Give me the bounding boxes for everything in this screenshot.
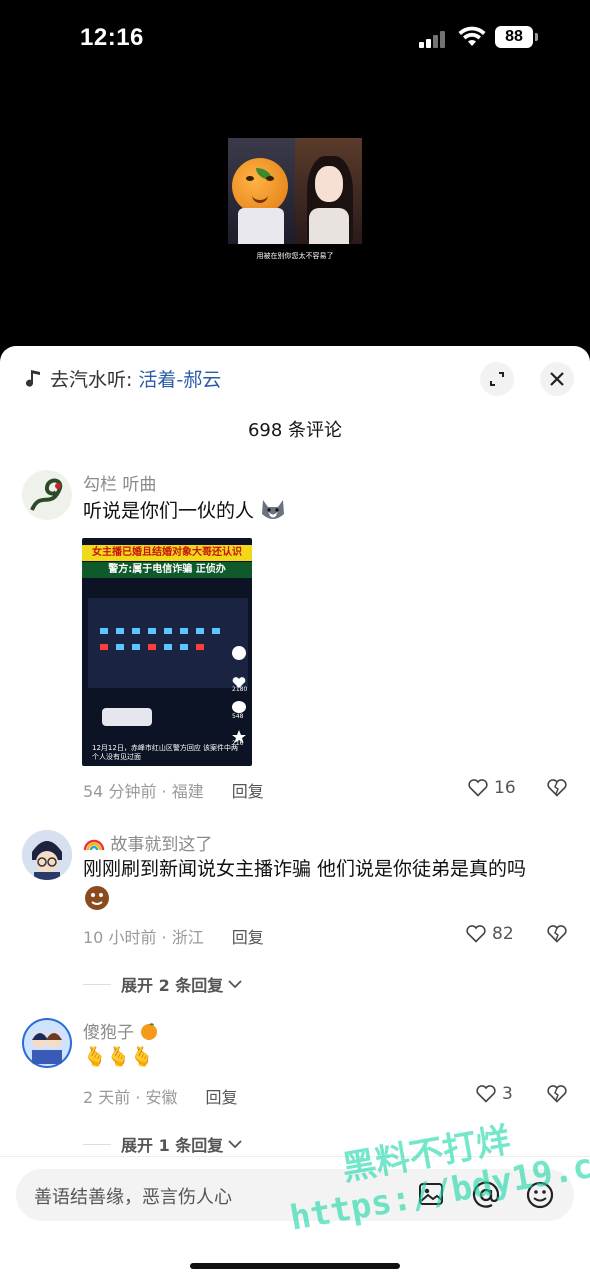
close-icon	[550, 372, 564, 386]
orange-emoji-icon	[139, 1021, 159, 1041]
music-prefix: 去汽水听:	[50, 368, 133, 391]
dislike-icon[interactable]	[546, 925, 568, 943]
dislike-icon[interactable]	[546, 779, 568, 797]
expand-button[interactable]	[480, 362, 514, 396]
conan-avatar-icon	[22, 830, 72, 880]
streamer-face	[315, 166, 343, 202]
comment-count: 698 条评论	[247, 420, 343, 441]
avatar[interactable]	[22, 470, 72, 520]
heart-icon	[476, 1085, 496, 1103]
heart-icon	[466, 925, 486, 943]
cookie-emoji-icon	[83, 884, 111, 912]
battery-indicator: 88	[495, 26, 533, 48]
heart-icon	[468, 779, 488, 797]
signal-icon	[419, 30, 449, 48]
comment-icon	[232, 701, 246, 713]
heart-icon	[232, 674, 246, 688]
video-caption: 用被在别你您太不容易了	[256, 252, 334, 260]
avatar[interactable]	[22, 830, 72, 880]
battery-tip	[535, 33, 538, 41]
status-bar: 12:16 88	[0, 0, 590, 80]
comment-author[interactable]: 傻狍子	[83, 1018, 159, 1043]
dragon-avatar-icon	[30, 478, 63, 511]
reply-button[interactable]: 回复	[206, 1084, 238, 1108]
rainbow-icon	[83, 836, 105, 851]
close-button[interactable]	[540, 362, 574, 396]
orange-character	[232, 158, 288, 214]
chevron-down-icon	[228, 980, 242, 989]
reply-button[interactable]: 回复	[232, 778, 264, 802]
comment-author[interactable]: 故事就到这了	[83, 830, 212, 855]
expand-icon	[490, 372, 504, 386]
like-button[interactable]: 3	[476, 1084, 513, 1104]
music-link-row[interactable]: 去汽水听: 活着-郝云	[24, 365, 221, 392]
comment-text: 🫰🫰🫰	[83, 1046, 154, 1068]
comment-meta: 54 分钟前 · 福建 回复	[83, 778, 264, 802]
music-note-icon	[26, 370, 40, 387]
chevron-down-icon	[228, 1140, 242, 1149]
comment-image[interactable]: 女主播已婚且结婚对象大哥还认识 警方:属于电信诈骗 正侦办 2180 548 2…	[82, 538, 252, 766]
couple-avatar-icon	[24, 1020, 70, 1066]
status-time: 12:16	[80, 24, 144, 51]
dislike-icon[interactable]	[546, 1085, 568, 1103]
like-button[interactable]: 82	[466, 924, 514, 944]
video-player[interactable]	[228, 138, 362, 244]
reply-button[interactable]: 回复	[232, 924, 264, 948]
expand-replies-button[interactable]: 展开 2 条回复	[83, 972, 243, 996]
home-indicator	[190, 1263, 400, 1269]
comment-meta: 10 小时前 · 浙江 回复	[83, 924, 264, 948]
comment-input-placeholder: 善语结善缘，恶言伤人心	[34, 1187, 232, 1208]
husky-emoji-icon	[260, 498, 286, 522]
like-button[interactable]: 16	[468, 778, 516, 798]
comment-author[interactable]: 勾栏 听曲	[83, 470, 156, 495]
police-car	[102, 708, 152, 726]
comment-meta: 2 天前 · 安徽 回复	[83, 1084, 238, 1108]
wifi-icon	[458, 26, 486, 46]
expand-replies-button[interactable]: 展开 1 条回复	[83, 1132, 243, 1156]
star-icon	[232, 728, 246, 743]
music-song-link[interactable]: 活着-郝云	[138, 365, 221, 392]
comment-text: 听说是你们一伙的人	[83, 496, 566, 526]
comment-text: 刚刚刷到新闻说女主播诈骗 他们说是你徒弟是真的吗	[83, 854, 566, 915]
avatar[interactable]	[22, 1018, 72, 1068]
